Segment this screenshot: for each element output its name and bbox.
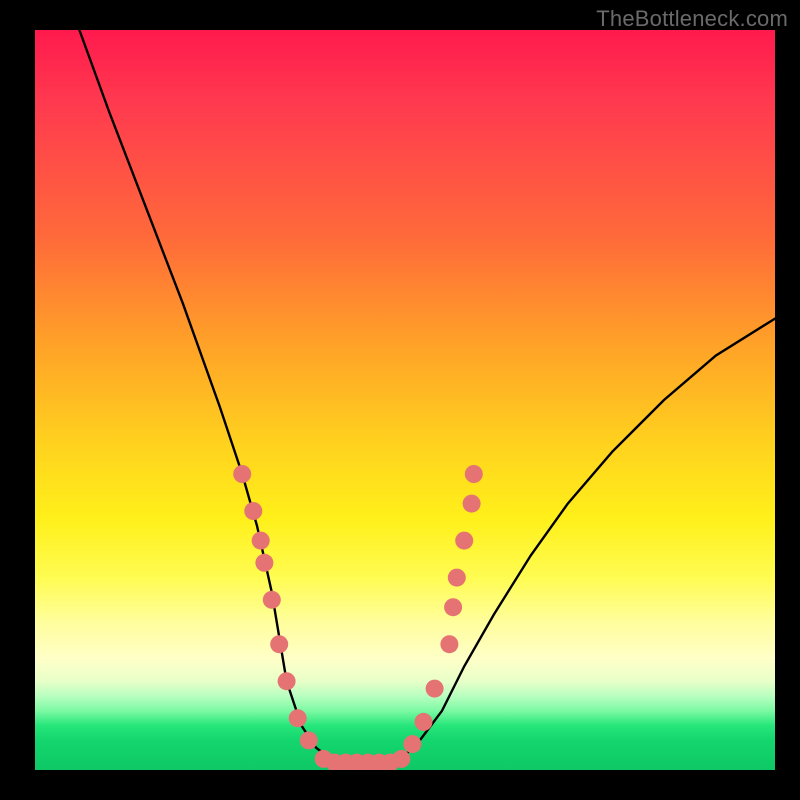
- scatter-point: [270, 635, 288, 653]
- scatter-point: [263, 591, 281, 609]
- scatter-points: [233, 465, 483, 770]
- chart-container: TheBottleneck.com: [0, 0, 800, 800]
- watermark-text: TheBottleneck.com: [596, 6, 788, 32]
- scatter-point: [359, 754, 377, 770]
- scatter-point: [392, 750, 410, 768]
- scatter-point: [403, 735, 421, 753]
- scatter-point: [278, 672, 296, 690]
- scatter-point: [244, 502, 262, 520]
- scatter-point: [455, 532, 473, 550]
- scatter-point: [381, 754, 399, 770]
- bottleneck-curve: [79, 30, 775, 763]
- scatter-point: [255, 554, 273, 572]
- scatter-point: [300, 731, 318, 749]
- scatter-point: [348, 754, 366, 770]
- scatter-point: [289, 709, 307, 727]
- plot-area: [35, 30, 775, 770]
- scatter-point: [426, 680, 444, 698]
- scatter-point: [465, 465, 483, 483]
- scatter-point: [370, 754, 388, 770]
- scatter-point: [315, 750, 333, 768]
- scatter-point: [252, 532, 270, 550]
- scatter-point: [233, 465, 251, 483]
- scatter-point: [444, 598, 462, 616]
- scatter-point: [448, 569, 466, 587]
- scatter-point: [415, 713, 433, 731]
- scatter-point: [337, 754, 355, 770]
- scatter-point: [326, 754, 344, 770]
- scatter-point: [440, 635, 458, 653]
- chart-svg: [35, 30, 775, 770]
- scatter-point: [463, 495, 481, 513]
